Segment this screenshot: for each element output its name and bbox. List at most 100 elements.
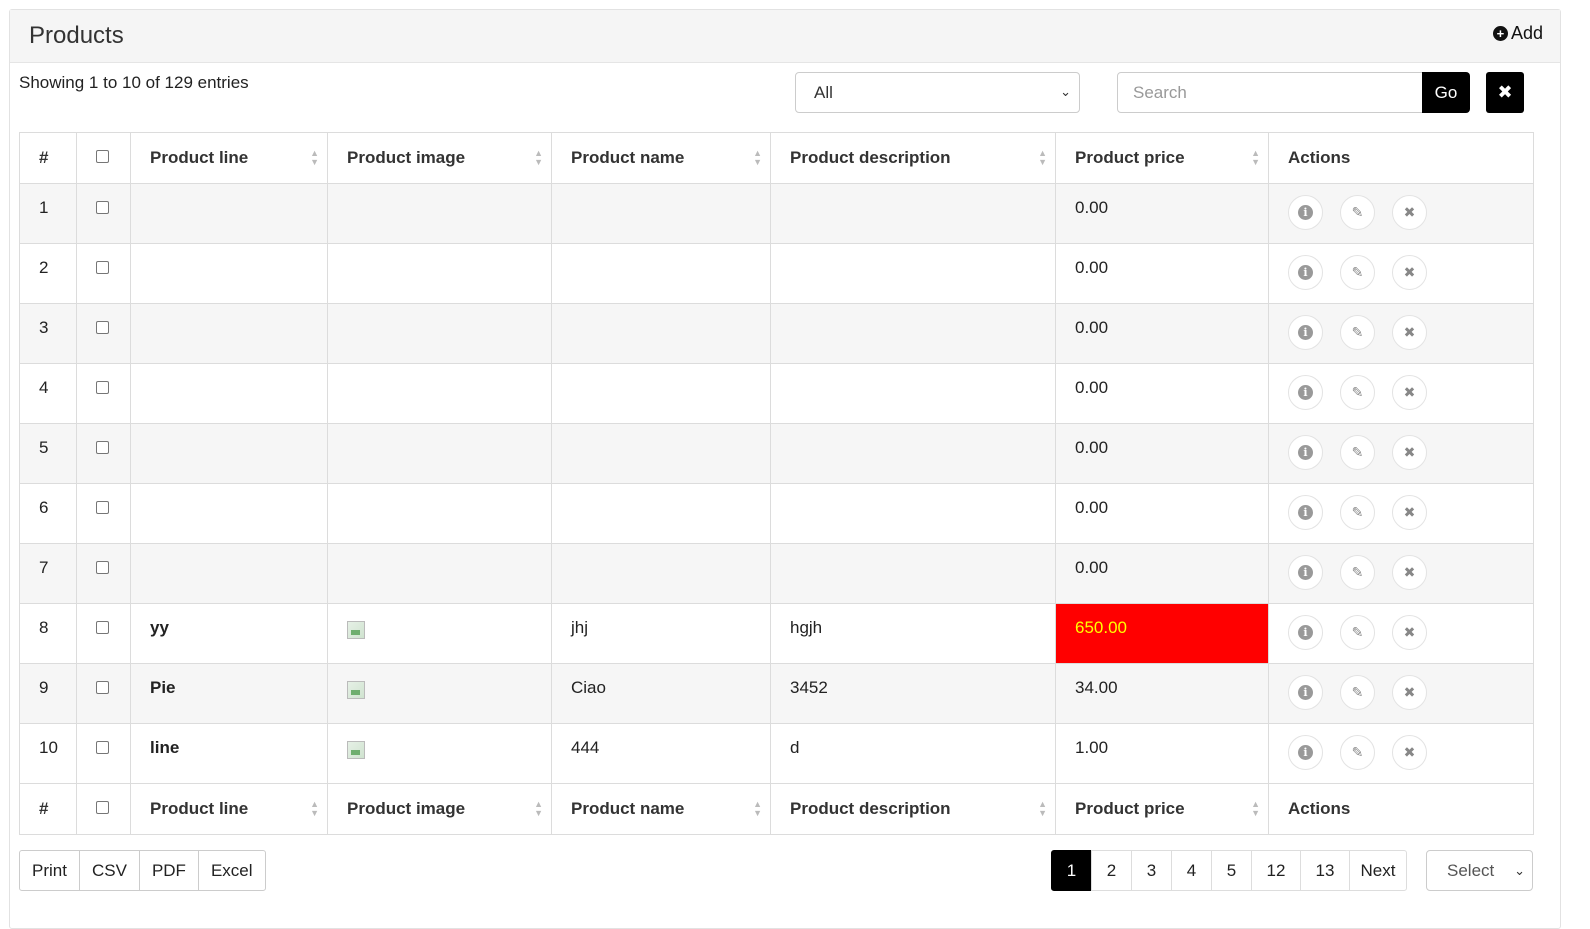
row-checkbox[interactable] — [96, 561, 109, 574]
column-header-product-description[interactable]: Product description ▲ ▼ — [770, 132, 1056, 184]
view-button[interactable]: i — [1288, 255, 1323, 290]
view-button[interactable]: i — [1288, 195, 1323, 230]
info-icon: i — [1298, 565, 1313, 580]
column-header-product-price[interactable]: Product price ▲ ▼ — [1055, 132, 1269, 184]
delete-button[interactable]: ✖ — [1392, 435, 1427, 470]
close-icon: ✖ — [1403, 324, 1416, 340]
delete-button[interactable]: ✖ — [1392, 255, 1427, 290]
chevron-down-icon: ⌄ — [1514, 863, 1525, 878]
column-footer-product-name[interactable]: Product name ▲ ▼ — [551, 783, 771, 835]
page-1-button[interactable]: 1 — [1051, 850, 1092, 891]
edit-button[interactable]: ✎ — [1340, 375, 1375, 410]
column-footer-product-line[interactable]: Product line ▲ ▼ — [130, 783, 328, 835]
info-icon: i — [1298, 445, 1313, 460]
edit-button[interactable]: ✎ — [1340, 435, 1375, 470]
delete-button[interactable]: ✖ — [1392, 315, 1427, 350]
view-button[interactable]: i — [1288, 675, 1323, 710]
select-all-checkbox[interactable] — [96, 801, 109, 814]
clear-search-button[interactable]: ✖ — [1486, 72, 1524, 113]
column-footer-number[interactable]: # — [19, 783, 77, 835]
view-button[interactable]: i — [1288, 375, 1323, 410]
delete-button[interactable]: ✖ — [1392, 675, 1427, 710]
edit-button[interactable]: ✎ — [1340, 555, 1375, 590]
product-description-cell — [770, 483, 1056, 544]
row-checkbox[interactable] — [96, 621, 109, 634]
delete-button[interactable]: ✖ — [1392, 555, 1427, 590]
row-checkbox[interactable] — [96, 321, 109, 334]
row-checkbox[interactable] — [96, 681, 109, 694]
close-icon: ✖ — [1403, 384, 1416, 400]
view-button[interactable]: i — [1288, 615, 1323, 650]
column-header-product-line[interactable]: Product line ▲ ▼ — [130, 132, 328, 184]
page-5-button[interactable]: 5 — [1211, 850, 1252, 891]
info-icon: i — [1298, 265, 1313, 280]
product-image-cell — [327, 483, 552, 544]
edit-button[interactable]: ✎ — [1340, 495, 1375, 530]
plus-circle-icon: + — [1492, 26, 1508, 41]
column-header-product-image[interactable]: Product image ▲ ▼ — [327, 132, 552, 184]
edit-button[interactable]: ✎ — [1340, 735, 1375, 770]
product-description-cell — [770, 363, 1056, 424]
delete-button[interactable]: ✖ — [1392, 615, 1427, 650]
edit-button[interactable]: ✎ — [1340, 675, 1375, 710]
select-all-checkbox[interactable] — [96, 150, 109, 163]
product-line-cell — [130, 183, 328, 244]
export-print-button[interactable]: Print — [19, 850, 80, 891]
add-button[interactable]: + Add — [1492, 23, 1543, 44]
row-checkbox[interactable] — [96, 381, 109, 394]
view-button[interactable]: i — [1288, 495, 1323, 530]
close-icon: ✖ — [1403, 444, 1416, 460]
row-checkbox[interactable] — [96, 201, 109, 214]
product-description-cell — [770, 543, 1056, 604]
delete-button[interactable]: ✖ — [1392, 735, 1427, 770]
row-number: 6 — [19, 483, 77, 544]
column-footer-product-image[interactable]: Product image ▲ ▼ — [327, 783, 552, 835]
export-pdf-button[interactable]: PDF — [138, 850, 199, 891]
delete-button[interactable]: ✖ — [1392, 375, 1427, 410]
go-button[interactable]: Go — [1422, 72, 1470, 113]
edit-icon: ✎ — [1351, 744, 1364, 760]
edit-button[interactable]: ✎ — [1340, 195, 1375, 230]
page-4-button[interactable]: 4 — [1171, 850, 1212, 891]
next-page-button[interactable]: Next — [1349, 850, 1407, 891]
filter-select[interactable]: All ⌄ — [795, 72, 1080, 113]
row-checkbox[interactable] — [96, 741, 109, 754]
table-row: 4 0.00 i ✎ ✖ — [19, 363, 1534, 424]
row-number: 7 — [19, 543, 77, 604]
page-13-button[interactable]: 13 — [1300, 850, 1350, 891]
edit-icon: ✎ — [1351, 264, 1364, 280]
column-footer-product-price[interactable]: Product price ▲ ▼ — [1055, 783, 1269, 835]
edit-button[interactable]: ✎ — [1340, 315, 1375, 350]
export-excel-button[interactable]: Excel — [197, 850, 266, 891]
product-price-cell: 1.00 — [1055, 723, 1269, 784]
export-csv-button[interactable]: CSV — [78, 850, 140, 891]
sort-icon: ▲ ▼ — [534, 799, 543, 818]
edit-button[interactable]: ✎ — [1340, 255, 1375, 290]
row-select-cell — [76, 303, 131, 364]
info-icon: i — [1298, 325, 1313, 340]
view-button[interactable]: i — [1288, 735, 1323, 770]
product-name-cell: jhj — [551, 603, 771, 664]
row-checkbox[interactable] — [96, 441, 109, 454]
product-name-cell — [551, 483, 771, 544]
page-12-button[interactable]: 12 — [1251, 850, 1301, 891]
delete-button[interactable]: ✖ — [1392, 195, 1427, 230]
row-checkbox[interactable] — [96, 501, 109, 514]
product-line-cell — [130, 423, 328, 484]
actions-cell: i ✎ ✖ — [1268, 543, 1534, 604]
delete-button[interactable]: ✖ — [1392, 495, 1427, 530]
view-button[interactable]: i — [1288, 315, 1323, 350]
search-input[interactable] — [1117, 72, 1423, 113]
page-3-button[interactable]: 3 — [1131, 850, 1172, 891]
product-price-cell: 0.00 — [1055, 183, 1269, 244]
view-button[interactable]: i — [1288, 555, 1323, 590]
row-checkbox[interactable] — [96, 261, 109, 274]
column-header-product-name[interactable]: Product name ▲ ▼ — [551, 132, 771, 184]
page-2-button[interactable]: 2 — [1091, 850, 1132, 891]
column-footer-product-description[interactable]: Product description ▲ ▼ — [770, 783, 1056, 835]
column-footer-actions: Actions — [1268, 783, 1534, 835]
page-size-select[interactable]: Select ⌄ — [1426, 850, 1533, 891]
edit-button[interactable]: ✎ — [1340, 615, 1375, 650]
view-button[interactable]: i — [1288, 435, 1323, 470]
column-header-number[interactable]: # — [19, 132, 77, 184]
